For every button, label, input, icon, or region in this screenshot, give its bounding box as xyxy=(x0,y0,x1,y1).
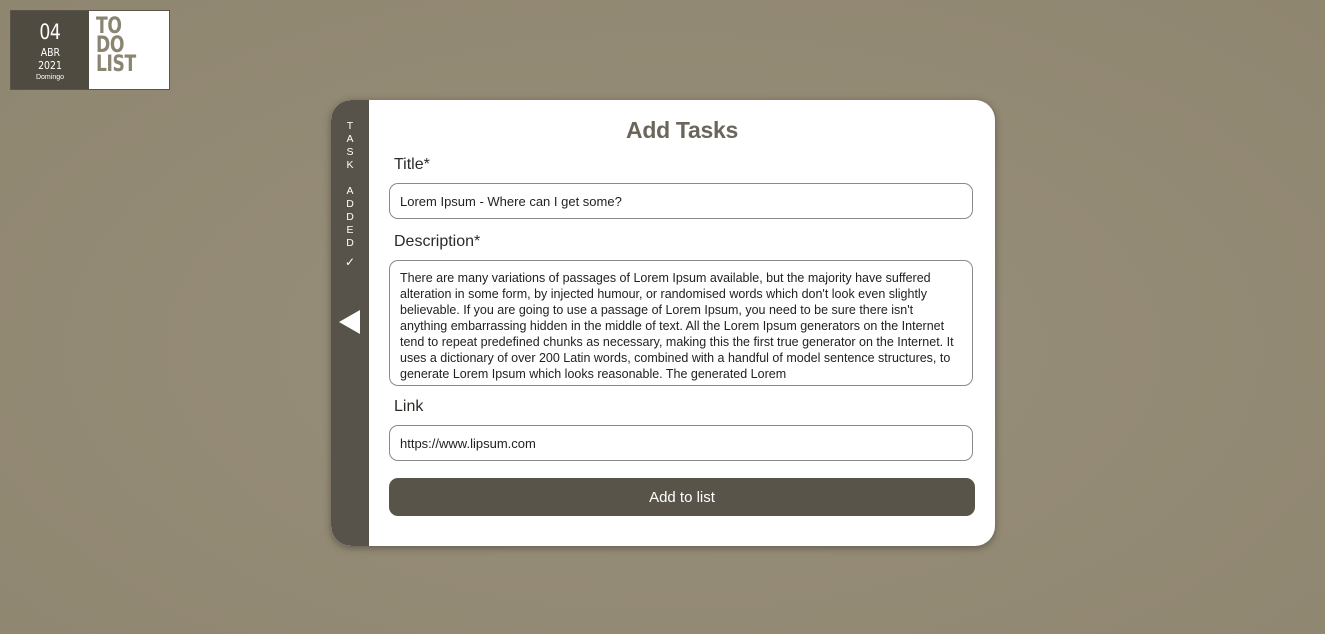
triangle-left-icon[interactable] xyxy=(339,310,360,334)
add-to-list-button[interactable]: Add to list xyxy=(389,478,975,516)
date-month: ABR xyxy=(40,45,60,59)
status-letter: T xyxy=(346,120,354,132)
status-letter: A xyxy=(346,133,354,145)
status-letter: D xyxy=(346,211,354,223)
status-letter: A xyxy=(346,185,354,197)
side-status-panel: T A S K A D D E D ✓ xyxy=(331,100,369,546)
date-weekday: Domingo xyxy=(35,73,64,81)
brand-wordmark: TO DO LIST xyxy=(89,11,169,89)
title-label: Title* xyxy=(394,156,430,173)
link-label: Link xyxy=(394,398,424,415)
date-year: 2021 xyxy=(38,58,62,72)
date-block: 04 ABR 2021 Domingo xyxy=(11,11,89,89)
brand-line: LIST xyxy=(96,52,136,77)
check-icon: ✓ xyxy=(344,255,356,269)
status-letter: D xyxy=(346,198,354,210)
description-label: Description* xyxy=(394,233,481,250)
status-letter: D xyxy=(346,237,354,249)
status-letter: K xyxy=(346,159,354,171)
status-letter: E xyxy=(346,224,354,236)
link-input[interactable] xyxy=(389,425,973,461)
add-task-card: T A S K A D D E D ✓ Add Tasks Title* Des… xyxy=(331,100,995,546)
title-input[interactable] xyxy=(389,183,973,219)
description-textarea[interactable]: There are many variations of passages of… xyxy=(389,260,973,386)
task-added-status: T A S K A D D E D ✓ xyxy=(331,120,369,269)
status-letter: S xyxy=(346,146,354,158)
form-heading: Add Tasks xyxy=(626,117,738,143)
date-day: 04 xyxy=(39,19,61,44)
app-logo: 04 ABR 2021 Domingo TO DO LIST xyxy=(10,10,170,90)
